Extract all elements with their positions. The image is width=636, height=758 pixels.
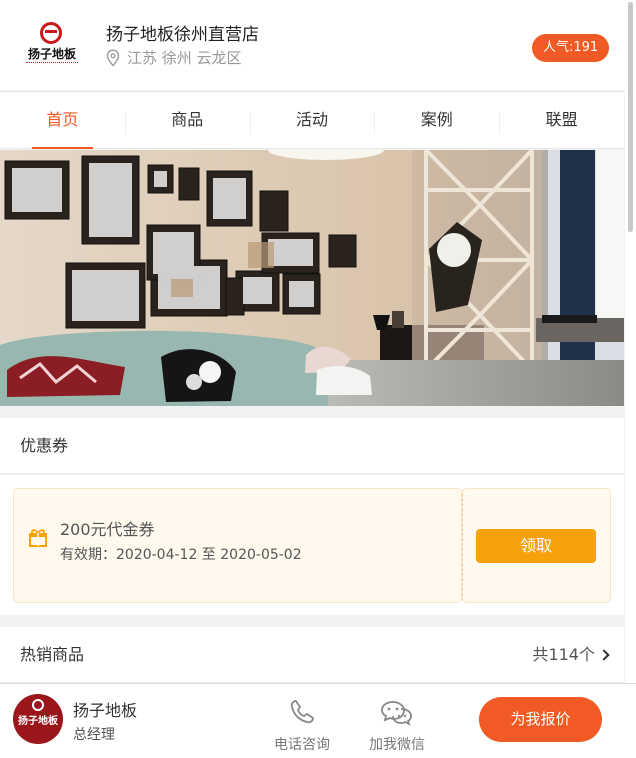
- store-name: 扬子地板徐州直营店: [106, 25, 259, 45]
- scrollbar-thumb[interactable]: [628, 2, 633, 232]
- wechat-button[interactable]: 加我微信: [359, 698, 435, 754]
- coupon-title: 200元代金券: [60, 520, 155, 539]
- chevron-right-icon: [598, 649, 610, 661]
- tab-home[interactable]: 首页: [0, 92, 125, 149]
- location-pin-icon: [106, 48, 120, 67]
- claim-coupon-button[interactable]: 领取: [476, 529, 596, 563]
- bottom-contact-bar: 扬子地板 扬子地板 总经理 电话咨询 加我微信 为我报价: [0, 683, 636, 758]
- store-logo: 扬子地板: [22, 18, 82, 68]
- gift-icon: [29, 529, 47, 547]
- living-room-banner-image: [0, 150, 624, 406]
- count-number: 114: [548, 645, 579, 664]
- tab-cases[interactable]: 案例: [374, 92, 499, 148]
- coupon-section-title: 优惠券: [0, 418, 624, 474]
- store-location: 江苏 徐州 云龙区: [106, 47, 242, 68]
- store-header: 扬子地板 扬子地板徐州直营店 江苏 徐州 云龙区 人气:191: [0, 0, 636, 90]
- main-tabs: 首页 商品 活动 案例 联盟: [0, 91, 624, 149]
- avatar-logo-icon: [32, 699, 44, 711]
- phone-icon: [290, 700, 314, 724]
- hot-products-title: 热销商品: [20, 645, 85, 664]
- phone-consult-label: 电话咨询: [274, 737, 330, 753]
- tab-alliance[interactable]: 联盟: [499, 92, 624, 148]
- count-suffix: 个: [578, 645, 595, 664]
- manager-avatar[interactable]: 扬子地板: [13, 694, 63, 744]
- popularity-badge: 人气:191: [532, 34, 610, 62]
- logo-decoration: [26, 62, 78, 65]
- avatar-logo-text: 扬子地板: [18, 716, 58, 727]
- wechat-label: 加我微信: [369, 737, 425, 753]
- logo-text: 扬子地板: [27, 47, 76, 61]
- tab-activities[interactable]: 活动: [249, 92, 375, 148]
- request-quote-button[interactable]: 为我报价: [479, 697, 602, 742]
- manager-name: 扬子地板: [73, 701, 138, 720]
- coupon-validity: 有效期：2020-04-12 至 2020-05-02: [60, 547, 302, 563]
- banner-carousel[interactable]: [0, 150, 624, 406]
- tab-products[interactable]: 商品: [124, 92, 250, 148]
- phone-consult-button[interactable]: 电话咨询: [264, 698, 340, 754]
- location-text: 江苏 徐州 云龙区: [127, 49, 242, 67]
- logo-circle-icon: [40, 22, 62, 44]
- count-prefix: 共: [532, 645, 549, 664]
- hot-products-count[interactable]: 共114个: [532, 627, 610, 683]
- manager-title: 总经理: [73, 727, 115, 743]
- wechat-icon: [381, 701, 412, 726]
- hot-products-header[interactable]: 热销商品 共114个: [0, 627, 624, 683]
